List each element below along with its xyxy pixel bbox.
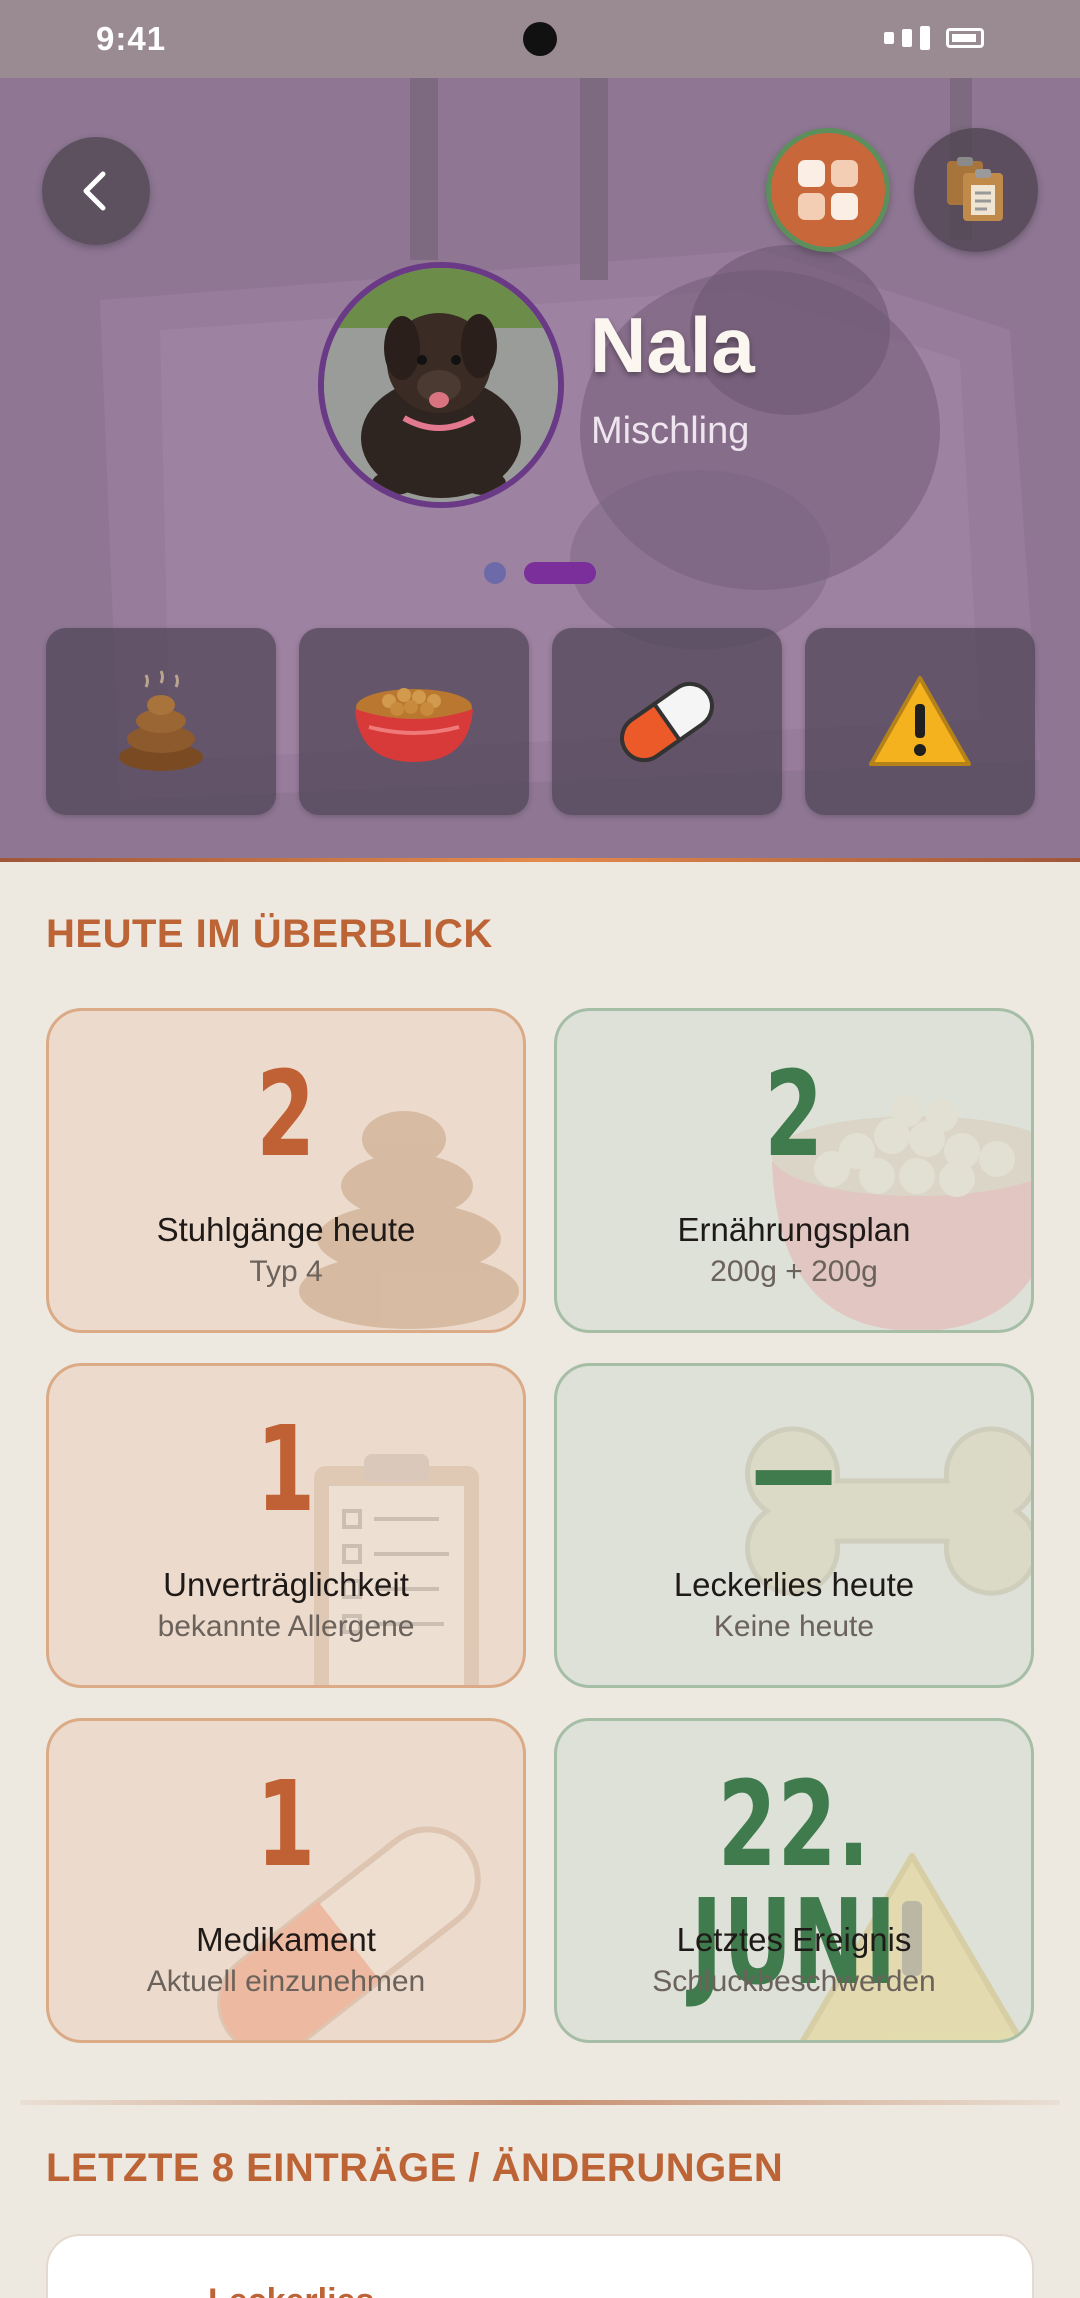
treats-sub: Keine heute: [713, 1610, 875, 1643]
intolerance-label: Unverträglichkeit: [163, 1566, 409, 1603]
dog-name: Nala: [590, 301, 755, 389]
medication-card[interactable]: 1 Medikament Aktuell einzunehmen: [46, 1718, 526, 2043]
signal-icon: [920, 26, 930, 50]
dog-avatar[interactable]: [318, 262, 564, 508]
dog-photo: [324, 268, 558, 502]
medication-label: Medikament: [196, 1921, 376, 1958]
warning-icon: [869, 675, 971, 766]
treats-card[interactable]: — Leckerlies heute Keine heute: [554, 1363, 1034, 1688]
dashboard-button[interactable]: [766, 128, 890, 252]
nutrition-label: Ernährungsplan: [677, 1211, 911, 1248]
poop-icon: [119, 669, 203, 771]
intolerance-count: 1: [256, 1400, 316, 1538]
grid-icon: [798, 160, 858, 220]
last-event-label: Letztes Ereignis: [676, 1921, 912, 1958]
system-icons: [884, 26, 984, 50]
nutrition-card[interactable]: 2 Ernährungsplan 200g + 200g: [554, 1008, 1034, 1333]
battery-icon: [946, 28, 984, 48]
overview-title: HEUTE IM ÜBERBLICK: [46, 912, 493, 956]
clipboards-icon: [947, 157, 1003, 221]
stool-type: Typ 4: [249, 1255, 323, 1288]
section-divider: [20, 2100, 1060, 2105]
stool-card[interactable]: 2 Stuhlgänge heute Typ 4: [46, 1008, 526, 1333]
treats-label: Leckerlies heute: [673, 1566, 915, 1603]
status-bar: 9:41: [0, 0, 1080, 78]
signal-icon: [902, 29, 912, 47]
medication-sub: Aktuell einzunehmen: [146, 1965, 426, 1998]
treats-count: —: [751, 1400, 837, 1538]
clock: 9:41: [96, 20, 167, 57]
back-button[interactable]: [42, 137, 150, 245]
quick-add-food-button[interactable]: [299, 628, 529, 815]
signal-icon: [884, 32, 894, 44]
page-indicator-active[interactable]: [524, 562, 596, 584]
profile-header: 9:41 Nala Mischling: [0, 0, 1080, 862]
medication-count: 1: [256, 1755, 316, 1893]
camera-cutout: [523, 22, 557, 56]
food-bowl-icon: [355, 687, 473, 762]
quick-add-event-button[interactable]: [805, 628, 1035, 815]
meal-count: 2: [764, 1045, 824, 1183]
intolerance-sub: bekannte Allergene: [157, 1610, 415, 1643]
page-indicator-dot[interactable]: [484, 562, 506, 584]
last-event-card[interactable]: 22. JUNI Letztes Ereignis Schluckbeschwe…: [554, 1718, 1034, 2043]
pill-icon: [620, 681, 714, 762]
records-button[interactable]: [914, 128, 1038, 252]
quick-add-stool-button[interactable]: [46, 628, 276, 815]
header-divider: [0, 858, 1080, 862]
entry-title: Leckerlies: [208, 2282, 374, 2298]
quick-add-medication-button[interactable]: [552, 628, 782, 815]
chevron-left-icon: [83, 171, 106, 211]
last-event-sub: Schluckbeschwerden: [652, 1965, 936, 1998]
recent-entries-title: LETZTE 8 EINTRÄGE / ÄNDERUNGEN: [46, 2146, 784, 2190]
dog-breed: Mischling: [591, 410, 750, 452]
intolerance-card[interactable]: 1 Unverträglichkeit bekannte Allergene: [46, 1363, 526, 1688]
stool-label: Stuhlgänge heute: [156, 1211, 416, 1248]
stool-count: 2: [256, 1045, 316, 1183]
recent-entry-item[interactable]: Leckerlies: [46, 2234, 1034, 2298]
nutrition-amount: 200g + 200g: [710, 1255, 878, 1288]
